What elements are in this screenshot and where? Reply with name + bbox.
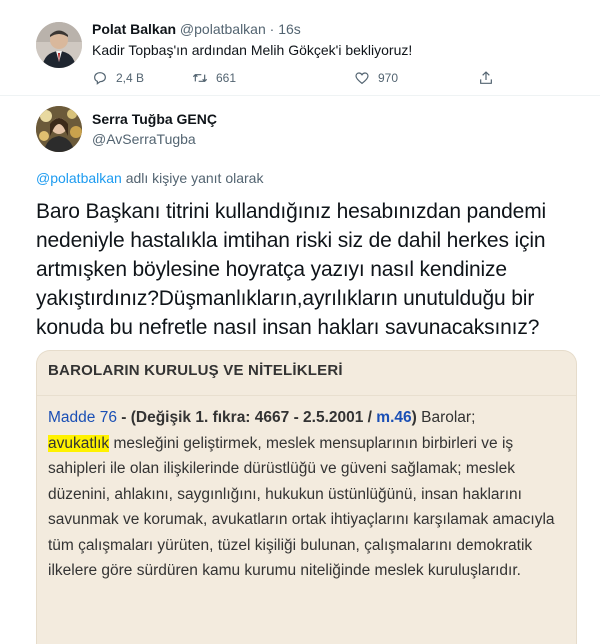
avatar-image [36,22,82,68]
change-ref: m.46 [376,409,412,426]
after-change: Barolar; [416,409,476,426]
like-count: 970 [378,71,399,85]
separator: · [269,21,275,37]
heart-icon [355,72,369,85]
tweet-header: Polat Balkan @polatbalkan · 16s [92,21,301,37]
media-title: BAROLARIN KURULUŞ VE NİTELİKLERİ [48,362,343,379]
reply-to-link[interactable]: @polatbalkan [36,170,122,186]
retweet-count: 661 [216,71,237,85]
madde-label: Madde 76 [48,409,117,426]
retweet-button[interactable]: 661 [192,70,236,86]
avatar-image [36,106,82,152]
tweet-text: Kadir Topbaş'ın ardından Melih Gökçek'i … [92,42,413,58]
tweet-text: Baro Başkanı titrini kullandığınız hesab… [36,200,547,339]
avatar-polat-balkan[interactable] [36,22,82,68]
media-rest: mesleğini geliştirmek, meslek mensupları… [48,434,555,580]
share-button[interactable] [478,70,502,86]
timestamp[interactable]: 16s [278,21,301,37]
reply-count: 2,4 B [116,71,145,85]
tweet-polat-balkan[interactable]: Polat Balkan @polatbalkan · 16s Kadir To… [0,0,600,96]
author-name[interactable]: Serra Tuğba GENÇ [92,111,217,127]
highlighted-word: avukatlık [48,434,110,452]
avatar-serra-tugba-genc[interactable] [36,106,82,152]
like-button[interactable]: 970 [354,70,398,86]
reply-button[interactable]: 2,4 B [92,70,144,86]
change-prefix: (Değişik 1. fıkra: 4667 - 2.5.2001 / [130,409,377,426]
tweet-actions: 2,4 B 661 970 [92,70,512,90]
author-name[interactable]: Polat Balkan [92,21,176,37]
retweet-icon [192,74,208,82]
replying-to: @polatbalkan adlı kişiye yanıt olarak [36,170,263,186]
reply-icon [94,72,106,85]
share-icon [480,71,492,84]
madde-dash: - [116,409,131,426]
tweet-media-image[interactable]: BAROLARIN KURULUŞ VE NİTELİKLERİ Madde 7… [36,350,577,644]
author-handle[interactable]: @AvSerraTugba [92,131,196,147]
media-body: Madde 76 - (Değişik 1. fıkra: 4667 - 2.5… [48,405,573,584]
author-handle[interactable]: @polatbalkan [180,21,266,37]
reply-to-text: adlı kişiye yanıt olarak [121,170,264,186]
media-divider [37,395,576,396]
